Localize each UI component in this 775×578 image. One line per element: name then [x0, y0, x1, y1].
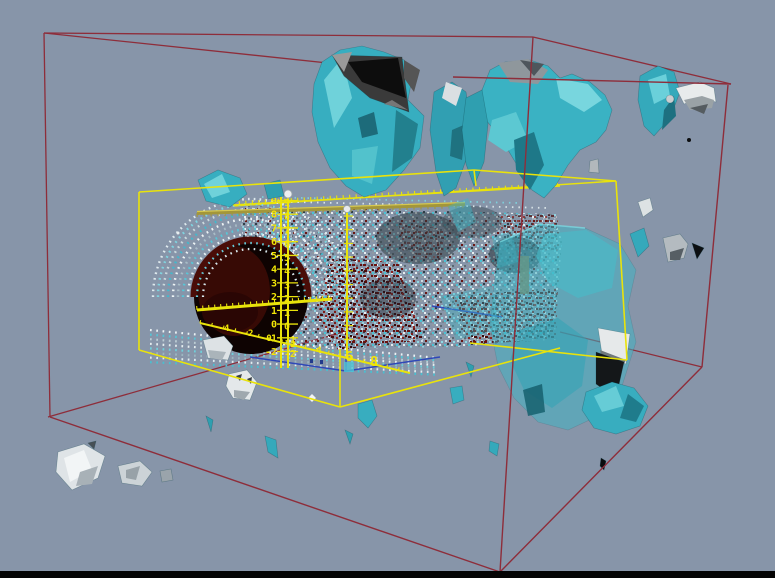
horizontal-axis-tick-label-large: 8	[370, 355, 378, 370]
vertical-axis-tick-label: 2	[271, 292, 277, 303]
black-speck	[687, 138, 691, 142]
vertical-axis-tick-label: 0	[271, 320, 277, 331]
horizontal-axis-tick-label-large: 6	[345, 350, 353, 365]
horizontal-axis-tick-label: -4	[219, 324, 230, 334]
axis-sphere-marker	[284, 190, 292, 198]
vertical-axis-tick-label-echo: 1	[284, 308, 290, 319]
vertical-axis-tick-label-echo: 4	[284, 267, 290, 278]
vertical-axis-tick-label-echo: -2	[284, 349, 296, 360]
vertical-axis-tick-label: 6	[271, 237, 277, 248]
vertical-axis-tick-label-echo: 0	[284, 322, 290, 333]
vertical-axis-tick-label: 7	[271, 223, 277, 234]
vertical-axis-tick-label: -2	[265, 347, 277, 358]
vertical-axis-tick-label: 1	[271, 306, 277, 317]
vertical-axis-tick-label-echo: 9	[284, 198, 290, 209]
letterbox-bar	[0, 571, 775, 578]
vertical-axis-tick-label: 3	[271, 278, 277, 289]
horizontal-axis-tick-label: -2	[243, 329, 254, 339]
vertical-axis-tick-label-echo: 5	[284, 253, 290, 264]
horizontal-axis-tick-label: 0	[266, 334, 271, 344]
horizontal-axis-tick-label: 2	[290, 340, 295, 350]
gray-cone-small	[589, 159, 599, 173]
vertical-axis-tick-label-echo: 3	[284, 280, 290, 291]
vertical-axis-tick-label: 4	[271, 265, 277, 276]
axis-sphere-marker-2	[344, 206, 351, 213]
vertical-axis-tick-label: 8	[271, 210, 277, 221]
vertical-axis-tick-label: 5	[271, 251, 277, 262]
vertical-axis-tick-label-echo: 8	[284, 212, 290, 223]
scene-canvas: 99887766554433221100-1-1-2-2 -4-202468	[0, 0, 775, 578]
vertical-axis-tick-label-echo: 6	[284, 239, 290, 250]
vertical-axis-tick-label-echo: 2	[284, 294, 290, 305]
vertical-axis-tick-label-echo: 7	[284, 225, 290, 236]
render-viewport[interactable]: 99887766554433221100-1-1-2-2 -4-202468	[0, 0, 775, 578]
horizontal-axis-tick-label: 4	[316, 346, 322, 356]
